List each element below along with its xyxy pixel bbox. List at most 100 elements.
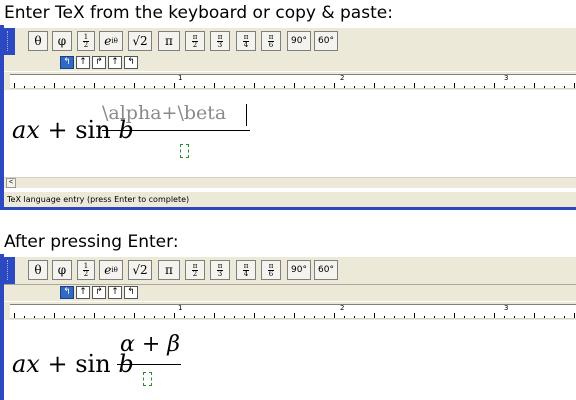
ruler-tick xyxy=(44,316,45,318)
horizontal-scrollbar[interactable]: < xyxy=(4,177,576,188)
ruler-tick xyxy=(64,316,65,318)
heading-enter-tex: Enter TeX from the keyboard or copy & pa… xyxy=(4,3,393,23)
ninety-degree-button[interactable]: 90° xyxy=(287,260,311,280)
ruler-tick xyxy=(454,313,455,318)
exp-button[interactable]: e iθ xyxy=(99,260,123,280)
ninety-degree-button[interactable]: 90° xyxy=(287,31,311,51)
toolbar-grip[interactable] xyxy=(4,28,15,55)
ruler-tick xyxy=(544,316,545,318)
denominator-placeholder[interactable] xyxy=(180,144,189,158)
ruler-tick xyxy=(94,313,95,318)
phi-button[interactable]: φ xyxy=(52,260,72,280)
ruler-label-2: 2 xyxy=(340,304,345,312)
ruler-tick xyxy=(34,316,35,318)
sixty-degree-button[interactable]: 60° xyxy=(314,260,338,280)
ruler-tick xyxy=(254,83,255,88)
ruler-tick xyxy=(294,83,295,88)
ruler-label-2: 2 xyxy=(340,74,345,82)
pi-over-6-button[interactable]: π6 xyxy=(261,260,281,280)
document-area[interactable]: ax + sin b \alpha+\beta xyxy=(4,90,576,174)
one-half-button[interactable]: 12 xyxy=(77,31,95,51)
ruler-tick xyxy=(124,316,125,318)
ruler-tick xyxy=(484,316,485,318)
ruler-tick xyxy=(284,86,285,88)
arrow-back-up-icon[interactable]: ↰ xyxy=(124,56,138,69)
pi-over-2-button[interactable]: π2 xyxy=(185,31,205,51)
ruler-tick xyxy=(224,86,225,88)
ruler-tick xyxy=(354,316,355,318)
arrow-right-up-icon[interactable]: ↱ xyxy=(92,56,106,69)
sqrt-button[interactable]: √2 xyxy=(128,260,152,280)
ruler-tick xyxy=(484,86,485,88)
ruler-2: 1 2 3 xyxy=(4,302,576,320)
pi-over-3-button[interactable]: π3 xyxy=(210,260,230,280)
tex-entry-text[interactable]: \alpha+\beta xyxy=(102,102,226,124)
arrow-right-up-icon[interactable]: ↱ xyxy=(92,286,106,299)
pi-over-3-button[interactable]: π3 xyxy=(210,31,230,51)
arrow-up-bar-icon[interactable]: ↑ xyxy=(108,56,122,69)
ruler: 1 2 3 xyxy=(4,72,576,90)
ruler-tick xyxy=(574,83,575,88)
ruler-tick xyxy=(344,316,345,318)
ruler-tick xyxy=(284,316,285,318)
ruler-label-1: 1 xyxy=(178,74,183,82)
theta-button[interactable]: θ xyxy=(28,31,48,51)
ruler-tick xyxy=(274,86,275,88)
ruler-tick xyxy=(154,316,155,318)
theta-button[interactable]: θ xyxy=(28,260,48,280)
ruler-tick xyxy=(424,86,425,88)
rendered-numerator[interactable]: α + β xyxy=(120,332,180,357)
toolbar-grip[interactable] xyxy=(4,257,15,284)
pi-over-2-button[interactable]: π2 xyxy=(185,260,205,280)
ruler-tick xyxy=(404,86,405,88)
ruler-tick xyxy=(454,83,455,88)
ruler-tick xyxy=(404,316,405,318)
document-area-2[interactable]: ax + sin b α + β xyxy=(4,320,576,400)
ruler-tick xyxy=(144,86,145,88)
pi-over-4-button[interactable]: π4 xyxy=(236,31,256,51)
arrow-back-up-icon[interactable]: ↰ xyxy=(124,286,138,299)
pi-button[interactable]: π xyxy=(158,31,180,51)
one-half-button[interactable]: 12 xyxy=(77,260,95,280)
arrow-left-up-icon[interactable]: ↰ xyxy=(60,56,74,69)
pi-button[interactable]: π xyxy=(158,260,180,280)
ruler-tick xyxy=(444,86,445,88)
ruler-tick xyxy=(134,83,135,88)
arrow-left-up-icon[interactable]: ↰ xyxy=(60,286,74,299)
sqrt-button[interactable]: √2 xyxy=(128,31,152,51)
ruler-tick xyxy=(94,83,95,88)
ruler-tick xyxy=(464,316,465,318)
ruler-tick xyxy=(504,86,505,88)
ruler-tick xyxy=(104,316,105,318)
ruler-tick xyxy=(374,83,375,88)
position-subbar: ↰ ↑ ↱ ↑ ↰ xyxy=(4,55,576,71)
ruler-tick xyxy=(334,83,335,88)
ruler-tick xyxy=(314,316,315,318)
ruler-tick xyxy=(184,86,185,88)
ruler-tick xyxy=(364,316,365,318)
ruler-tick xyxy=(144,316,145,318)
ruler-label-1: 1 xyxy=(178,304,183,312)
exp-button[interactable]: e iθ xyxy=(99,31,123,51)
ruler-tick xyxy=(264,316,265,318)
denominator-placeholder[interactable] xyxy=(143,372,152,386)
ruler-tick xyxy=(214,313,215,318)
heading-after-enter: After pressing Enter: xyxy=(4,232,179,252)
scroll-left-icon[interactable]: < xyxy=(6,178,16,188)
ruler-tick xyxy=(434,316,435,318)
ruler-tick xyxy=(104,86,105,88)
phi-button[interactable]: φ xyxy=(52,31,72,51)
ruler-tick xyxy=(84,316,85,318)
ruler-label-3: 3 xyxy=(504,74,509,82)
sixty-degree-button[interactable]: 60° xyxy=(314,31,338,51)
ruler-tick xyxy=(214,83,215,88)
ruler-tick xyxy=(314,86,315,88)
arrow-up-bar-icon[interactable]: ↑ xyxy=(108,286,122,299)
ruler-tick xyxy=(304,86,305,88)
ruler-tick xyxy=(544,86,545,88)
pi-over-6-button[interactable]: π6 xyxy=(261,31,281,51)
pi-over-4-button[interactable]: π4 xyxy=(236,260,256,280)
arrow-up-icon[interactable]: ↑ xyxy=(76,286,90,299)
ruler-tick xyxy=(474,86,475,88)
arrow-up-icon[interactable]: ↑ xyxy=(76,56,90,69)
